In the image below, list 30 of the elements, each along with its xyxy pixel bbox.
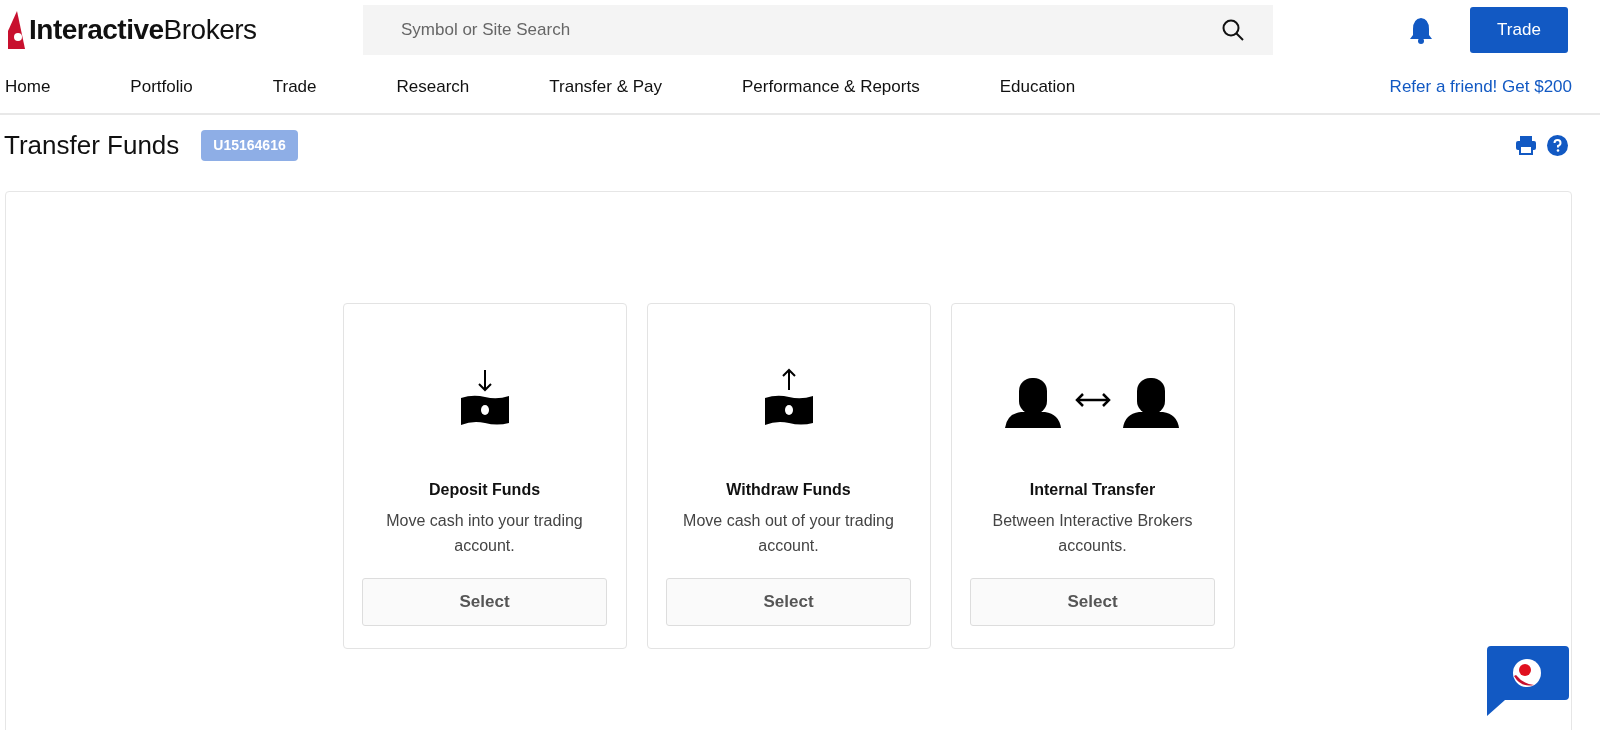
option-description: Move cash into your trading account. xyxy=(385,511,584,556)
cash-down-arrow-icon xyxy=(459,368,510,428)
brand-logo[interactable]: InteractiveBrokers xyxy=(29,9,257,51)
nav-link[interactable]: Performance & Reports xyxy=(742,73,920,100)
search-icon[interactable] xyxy=(1221,18,1245,42)
trade-button[interactable]: Trade xyxy=(1470,7,1568,53)
page-title: Transfer Funds xyxy=(4,128,180,162)
account-badge: U15164616 xyxy=(201,129,298,161)
option-description: Between Interactive Brokers accounts. xyxy=(991,511,1194,556)
notification-bell-icon[interactable] xyxy=(1408,16,1434,44)
select-button[interactable]: Select xyxy=(970,578,1215,626)
option-title: Deposit Funds xyxy=(428,480,541,500)
help-icon[interactable] xyxy=(1547,134,1568,156)
search-field[interactable]: Symbol or Site Search xyxy=(363,5,1273,55)
select-button[interactable]: Select xyxy=(362,578,607,626)
print-icon[interactable] xyxy=(1515,135,1537,155)
chat-bubble-icon[interactable] xyxy=(1487,646,1569,718)
nav-link[interactable]: Portfolio xyxy=(130,73,193,100)
logo-icon xyxy=(5,11,25,49)
nav-link[interactable]: Transfer & Pay xyxy=(549,73,663,100)
nav-link[interactable]: Home xyxy=(5,73,51,100)
nav-link[interactable]: Education xyxy=(999,73,1076,100)
nav-link[interactable]: Research xyxy=(396,73,470,100)
option-title: Internal Transfer xyxy=(1029,480,1156,500)
nav-link[interactable]: Trade xyxy=(272,73,317,100)
select-button[interactable]: Select xyxy=(666,578,911,626)
referral-link[interactable]: Refer a friend! Get $200 xyxy=(1389,73,1572,100)
option-title: Withdraw Funds xyxy=(726,480,851,500)
cash-up-arrow-icon xyxy=(763,368,814,428)
option-description: Move cash out of your trading account. xyxy=(682,511,895,556)
